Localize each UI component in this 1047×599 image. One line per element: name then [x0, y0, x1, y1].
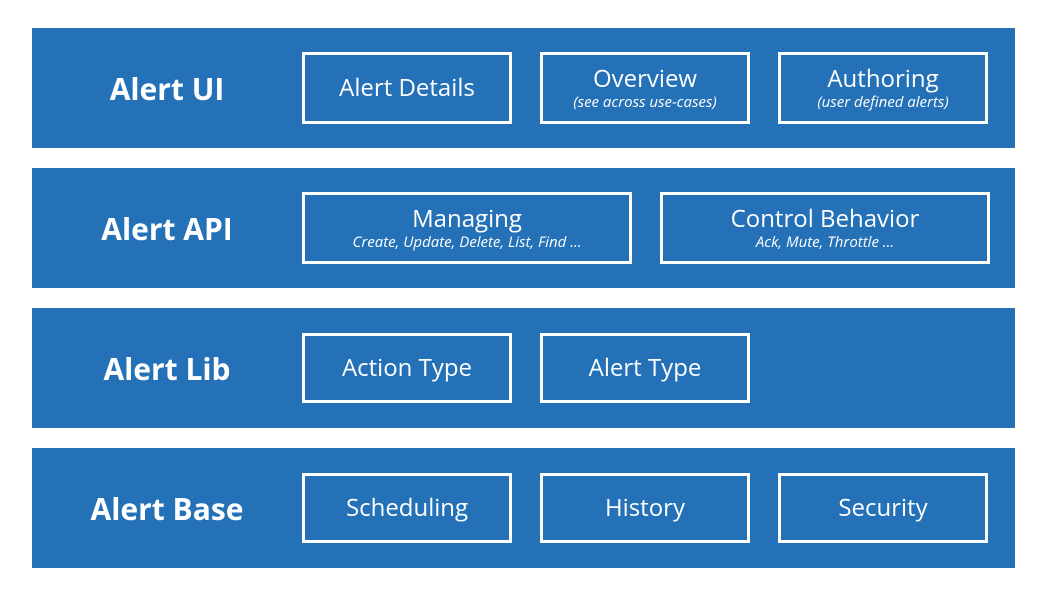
box-subtitle: (user defined alerts): [817, 94, 948, 111]
box-alert-details: Alert Details: [302, 52, 512, 124]
layer-items-alert-api: Managing Create, Update, Delete, List, F…: [302, 192, 990, 264]
box-title: Action Type: [342, 354, 472, 382]
layer-alert-base: Alert Base Scheduling History Security: [32, 448, 1015, 568]
box-title: Alert Type: [589, 354, 702, 382]
box-subtitle: (see across use-cases): [573, 94, 716, 111]
layer-items-alert-ui: Alert Details Overview (see across use-c…: [302, 52, 988, 124]
box-title: Control Behavior: [731, 205, 920, 233]
box-alert-type: Alert Type: [540, 333, 750, 403]
box-subtitle: Ack, Mute, Throttle ...: [756, 234, 894, 251]
box-subtitle: Create, Update, Delete, List, Find ...: [353, 234, 582, 251]
layer-items-alert-lib: Action Type Alert Type: [302, 333, 987, 403]
layer-alert-api: Alert API Managing Create, Update, Delet…: [32, 168, 1015, 288]
layer-label-alert-ui: Alert UI: [32, 68, 302, 109]
layer-label-alert-api: Alert API: [32, 208, 302, 249]
layer-label-alert-lib: Alert Lib: [32, 348, 302, 389]
box-scheduling: Scheduling: [302, 473, 512, 543]
box-authoring: Authoring (user defined alerts): [778, 52, 988, 124]
box-history: History: [540, 473, 750, 543]
architecture-diagram: Alert UI Alert Details Overview (see acr…: [0, 0, 1047, 599]
box-title: Alert Details: [339, 74, 475, 102]
box-title: Scheduling: [346, 494, 468, 522]
box-security: Security: [778, 473, 988, 543]
box-managing: Managing Create, Update, Delete, List, F…: [302, 192, 632, 264]
box-action-type: Action Type: [302, 333, 512, 403]
layer-label-alert-base: Alert Base: [32, 488, 302, 529]
layer-alert-lib: Alert Lib Action Type Alert Type: [32, 308, 1015, 428]
box-title: Authoring: [827, 65, 938, 93]
layer-items-alert-base: Scheduling History Security: [302, 473, 988, 543]
box-control-behavior: Control Behavior Ack, Mute, Throttle ...: [660, 192, 990, 264]
layer-alert-ui: Alert UI Alert Details Overview (see acr…: [32, 28, 1015, 148]
box-title: Security: [838, 494, 927, 522]
box-title: Managing: [412, 205, 522, 233]
box-overview: Overview (see across use-cases): [540, 52, 750, 124]
box-title: Overview: [593, 65, 697, 93]
box-title: History: [605, 494, 685, 522]
